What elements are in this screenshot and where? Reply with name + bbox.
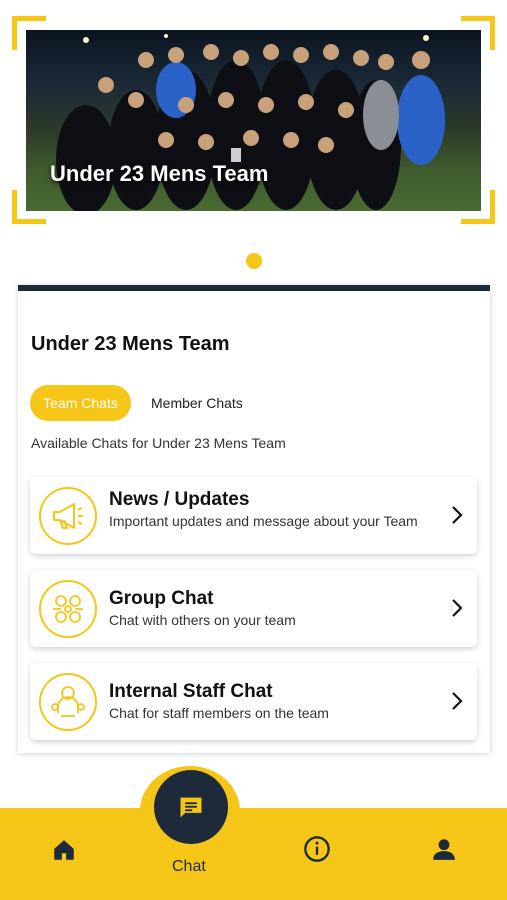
info-icon[interactable] [303,835,331,863]
chat-item-internal-staff-chat[interactable]: Internal Staff Chat Chat for staff membe… [30,663,477,740]
staff-icon [39,673,97,731]
available-chats-label: Available Chats for Under 23 Mens Team [31,435,286,451]
group-icon [39,580,97,638]
chevron-right-icon [452,599,463,617]
team-chats-card: Under 23 Mens Team Team Chats Member Cha… [18,285,490,753]
chat-nav-label: Chat [172,858,206,875]
tab-team-chats[interactable]: Team Chats [30,385,131,421]
profile-icon[interactable] [430,835,458,863]
tab-member-chats[interactable]: Member Chats [146,385,248,421]
team-photo: Under 23 Mens Team [26,30,481,211]
banner-title: Under 23 Mens Team [50,161,269,186]
chat-title: News / Updates [109,489,250,510]
chat-description: Chat with others on your team [109,612,296,628]
chat-title: Internal Staff Chat [109,681,273,702]
chat-item-news-updates[interactable]: News / Updates Important updates and mes… [30,477,477,554]
chat-title: Group Chat [109,588,214,609]
megaphone-icon [39,487,97,545]
chat-description: Chat for staff members on the team [109,705,329,721]
chat-item-group-chat[interactable]: Group Chat Chat with others on your team [30,570,477,647]
chevron-right-icon [452,506,463,524]
chat-icon [180,797,202,818]
chevron-right-icon [452,692,463,710]
team-banner-carousel[interactable]: Under 23 Mens Team [12,16,495,224]
carousel-indicator-dot[interactable] [246,253,262,269]
home-icon[interactable] [50,836,78,864]
team-name-heading: Under 23 Mens Team [31,333,230,355]
chat-description: Important updates and message about your… [109,513,418,529]
chat-nav-button[interactable] [154,770,228,844]
